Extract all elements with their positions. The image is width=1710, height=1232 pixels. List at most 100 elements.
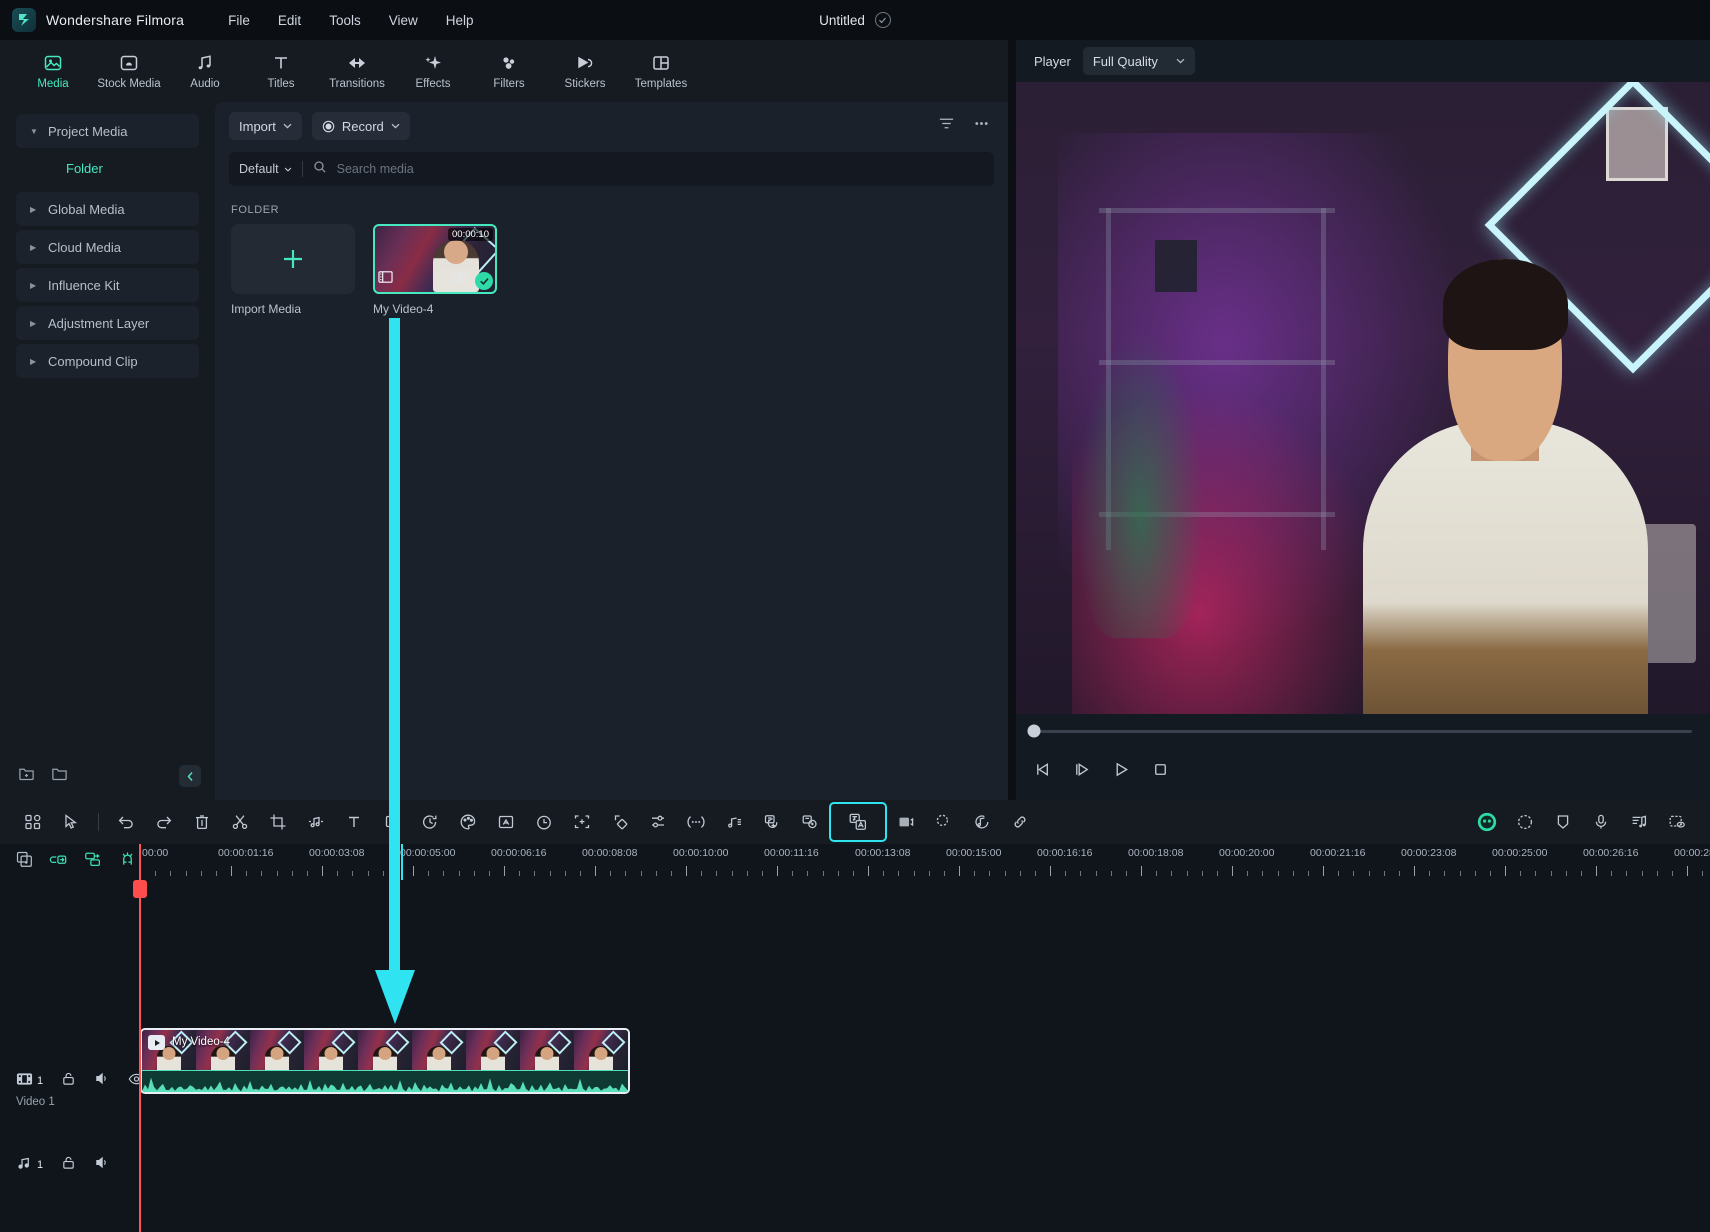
- text-to-speech-button[interactable]: [791, 806, 829, 838]
- marker-button[interactable]: [1544, 806, 1582, 838]
- audio-mixer-button[interactable]: [1620, 806, 1658, 838]
- filter-sort-icon[interactable]: [934, 111, 959, 141]
- player-video-canvas[interactable]: [1016, 82, 1710, 714]
- menu-view[interactable]: View: [375, 8, 432, 33]
- smart-cutout-button[interactable]: [925, 806, 963, 838]
- layout-grid-button[interactable]: [14, 806, 52, 838]
- quality-select[interactable]: Full Quality: [1082, 47, 1195, 75]
- open-folder-icon[interactable]: [51, 765, 68, 787]
- stop-button[interactable]: [1151, 760, 1170, 784]
- keyframe-button[interactable]: [601, 806, 639, 838]
- sort-order-select[interactable]: Default: [239, 162, 292, 176]
- tab-stickers-label: Stickers: [564, 78, 606, 90]
- screen-split-button[interactable]: [887, 806, 925, 838]
- media-asset-tile[interactable]: 00:00:10 My Video-4: [373, 224, 497, 316]
- player-label: Player: [1034, 53, 1071, 69]
- redo-button[interactable]: [145, 806, 183, 838]
- media-image-icon: [43, 52, 63, 74]
- undo-button[interactable]: [107, 806, 145, 838]
- link-clips-icon[interactable]: [49, 851, 68, 873]
- sidebar-item-folder[interactable]: Folder: [16, 154, 199, 182]
- lock-icon[interactable]: [61, 1155, 76, 1175]
- import-media-dropzone[interactable]: [231, 224, 355, 294]
- subject-fringe: [1442, 258, 1568, 350]
- split-button[interactable]: [221, 806, 259, 838]
- sidebar-item-compound-clip[interactable]: ▶ Compound Clip: [16, 344, 199, 378]
- tab-templates[interactable]: Templates: [624, 48, 698, 94]
- tab-transitions[interactable]: Transitions: [320, 48, 394, 94]
- sidebar-item-global-media[interactable]: ▶ Global Media: [16, 192, 199, 226]
- sidebar-item-adjustment-layer[interactable]: ▶ Adjustment Layer: [16, 306, 199, 340]
- frame-forward-button[interactable]: [1073, 760, 1092, 784]
- sidebar-item-adjustment-layer-label: Adjustment Layer: [48, 315, 150, 331]
- timer-button[interactable]: [525, 806, 563, 838]
- media-sidebar: ▼ Project Media Folder ▶ Global Media ▶ …: [0, 102, 215, 800]
- tab-media[interactable]: Media: [16, 48, 90, 94]
- group-clips-icon[interactable]: [84, 851, 103, 873]
- import-media-tile[interactable]: Import Media: [231, 224, 355, 316]
- menu-file[interactable]: File: [214, 8, 264, 33]
- mute-speaker-icon[interactable]: [94, 1155, 110, 1175]
- unlink-button[interactable]: [1001, 806, 1039, 838]
- ai-copilot-button[interactable]: [1468, 806, 1506, 838]
- mute-speaker-icon[interactable]: [94, 1071, 110, 1091]
- tab-titles[interactable]: Titles: [244, 48, 318, 94]
- tab-audio[interactable]: Audio: [168, 48, 242, 94]
- tab-stock-media[interactable]: Stock Media: [92, 48, 166, 94]
- sidebar-footer: [0, 752, 215, 800]
- sidebar-item-influence-kit[interactable]: ▶ Influence Kit: [16, 268, 199, 302]
- color-button[interactable]: [449, 806, 487, 838]
- media-asset-thumbnail[interactable]: 00:00:10: [373, 224, 497, 294]
- more-tools-button[interactable]: [677, 806, 715, 838]
- audio-detach-button[interactable]: [297, 806, 335, 838]
- step-backward-button[interactable]: [1034, 760, 1053, 784]
- tab-effects[interactable]: Effects: [396, 48, 470, 94]
- delete-button[interactable]: [183, 806, 221, 838]
- seek-handle[interactable]: [1027, 724, 1041, 738]
- track-index-video-1: 1: [37, 1075, 44, 1087]
- menu-edit[interactable]: Edit: [264, 8, 315, 33]
- render-preview-button[interactable]: [1658, 806, 1696, 838]
- auto-reframe-button[interactable]: [563, 806, 601, 838]
- timeline-clip-my-video-4[interactable]: My Video-4: [140, 1028, 630, 1094]
- import-button[interactable]: Import: [229, 112, 302, 140]
- tab-filters[interactable]: Filters: [472, 48, 546, 94]
- ai-effects-button[interactable]: [1506, 806, 1544, 838]
- speech-to-text-button[interactable]: [753, 806, 791, 838]
- library-region: Media Stock Media Audio Titles Transitio…: [0, 40, 1008, 800]
- playhead-handle[interactable]: [133, 880, 147, 898]
- player-seek-bar[interactable]: [1016, 714, 1710, 748]
- ruler-tick-label: 00:00:03:08: [309, 847, 365, 859]
- seek-rail[interactable]: [1027, 724, 1692, 738]
- media-toolbar: Import Record: [215, 102, 1008, 150]
- crop-button[interactable]: [259, 806, 297, 838]
- translate-button[interactable]: [829, 802, 887, 842]
- chevron-down-icon: [391, 123, 400, 129]
- new-folder-icon[interactable]: [18, 765, 35, 787]
- sidebar-item-project-media[interactable]: ▼ Project Media: [16, 114, 199, 148]
- ai-audio-button[interactable]: [963, 806, 1001, 838]
- adjust-button[interactable]: [639, 806, 677, 838]
- speed-button[interactable]: [411, 806, 449, 838]
- select-tool-button[interactable]: [52, 806, 90, 838]
- sidebar-collapse-button[interactable]: [179, 765, 201, 787]
- play-button[interactable]: [1112, 760, 1131, 784]
- menu-help[interactable]: Help: [432, 8, 488, 33]
- voiceover-button[interactable]: [1582, 806, 1620, 838]
- timeline-ruler[interactable]: 00:00 00:00:01:16 00:00:03:08 00:00:05:0…: [140, 844, 1710, 880]
- more-options-icon[interactable]: [969, 111, 994, 141]
- magnet-snap-icon[interactable]: [119, 851, 136, 873]
- text-button[interactable]: [335, 806, 373, 838]
- mask-button[interactable]: [373, 806, 411, 838]
- lock-icon[interactable]: [61, 1071, 76, 1091]
- record-button[interactable]: Record: [311, 112, 410, 140]
- tab-stickers[interactable]: Stickers: [548, 48, 622, 94]
- sidebar-item-cloud-media[interactable]: ▶ Cloud Media: [16, 230, 199, 264]
- menu-tools[interactable]: Tools: [315, 8, 375, 33]
- add-track-icon[interactable]: [16, 851, 33, 873]
- auto-enhance-button[interactable]: [487, 806, 525, 838]
- audio-ducking-button[interactable]: [715, 806, 753, 838]
- search-input[interactable]: [336, 162, 984, 176]
- scene-subject: [1363, 208, 1648, 714]
- clip-frame: [520, 1030, 574, 1072]
